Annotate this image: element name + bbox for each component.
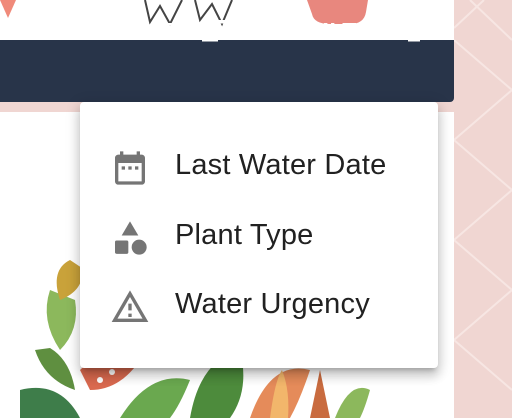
- dropdown-arrow-icon: [274, 28, 284, 34]
- sort-label: SORT: [130, 17, 196, 44]
- filter-icon: [395, 20, 432, 42]
- filter-label: FILTER: [308, 17, 390, 44]
- dropdown-arrow-icon: [96, 28, 106, 34]
- filter-button[interactable]: FILTER: [274, 0, 432, 62]
- sort-menu: Last Water Date Plant Type Water Urgency: [80, 102, 438, 368]
- warning-icon: [111, 290, 149, 322]
- menu-item-label: Water Urgency: [175, 287, 370, 320]
- menu-item-plant-type[interactable]: Plant Type: [80, 201, 438, 269]
- menu-item-water-urgency[interactable]: Water Urgency: [80, 270, 438, 338]
- calendar-icon: [115, 151, 145, 185]
- shapes-icon: [115, 221, 147, 255]
- sort-icon: [201, 20, 238, 42]
- menu-item-last-water-date[interactable]: Last Water Date: [80, 131, 438, 199]
- menu-item-label: Last Water Date: [175, 148, 387, 181]
- sort-button[interactable]: SORT: [96, 0, 238, 62]
- menu-item-label: Plant Type: [175, 218, 314, 251]
